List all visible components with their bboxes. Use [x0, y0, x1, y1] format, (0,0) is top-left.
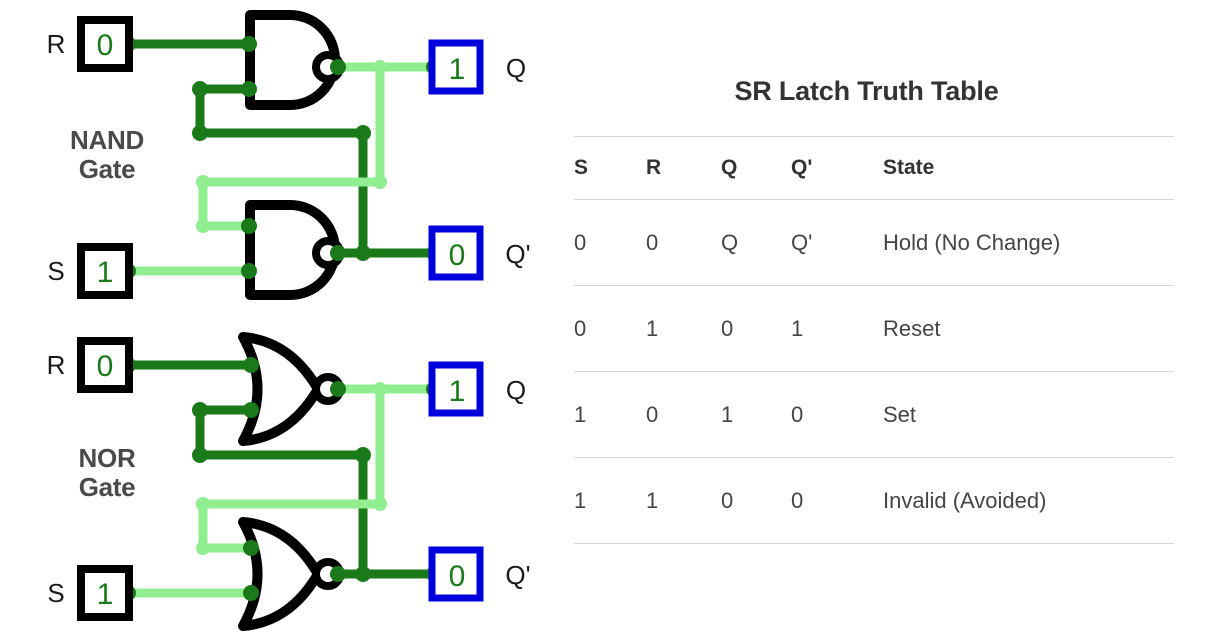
- cell-q: 0: [721, 487, 734, 513]
- table-row: 1 1 0 0 Invalid (Avoided): [574, 458, 1174, 544]
- node-nor-bottom-out: [330, 566, 346, 582]
- node-nor-top-in-a: [243, 357, 259, 373]
- cell-s: 1: [574, 487, 587, 513]
- nand-input-r[interactable]: R 0: [47, 16, 133, 72]
- table-row: 1 0 1 0 Set: [574, 372, 1174, 458]
- nor-input-r-value: 0: [97, 350, 114, 383]
- column-header-qprime: Q': [791, 156, 813, 179]
- nor-output-q-value: 1: [449, 375, 466, 408]
- cell-state: Reset: [883, 315, 941, 341]
- cell-s: 0: [574, 315, 587, 341]
- nand-output-q: 1 Q: [428, 39, 526, 95]
- node-nor-fb-corner-right: [355, 447, 371, 463]
- nand-input-s-value: 1: [97, 256, 114, 289]
- nand-input-r-label: R: [47, 29, 66, 59]
- node-nand-fb-corner-low-corner: [196, 219, 210, 233]
- cell-qprime: Q': [791, 229, 813, 255]
- node-nand-top-out: [330, 59, 346, 75]
- sr-latch-figure: NAND Gate NOR Gate R 0 S 1 1 Q 0 Q' R 0 …: [0, 0, 1210, 642]
- node-nand-fb-corner-low-right: [373, 175, 387, 189]
- nor-output-qprime-value: 0: [449, 560, 466, 593]
- node-nor-q-tap: [373, 382, 387, 396]
- nand-input-s[interactable]: S 1: [47, 243, 133, 299]
- cell-qprime: 0: [791, 487, 804, 513]
- cell-qprime: 1: [791, 315, 804, 341]
- nor-input-r[interactable]: R 0: [47, 337, 133, 393]
- node-nand-top-in-a: [241, 36, 257, 52]
- cell-s: 0: [574, 229, 587, 255]
- nand-latch-group: R 0 S 1 1 Q 0 Q': [47, 10, 531, 300]
- node-nand-qprime-tap: [355, 245, 371, 261]
- nor-gate-bottom-body: [238, 517, 323, 631]
- node-nor-fb-corner-low-left: [196, 497, 210, 511]
- nor-output-q-label: Q: [506, 375, 526, 405]
- nand-output-qprime: 0 Q': [428, 225, 531, 281]
- truth-table: S R Q Q' State 0 0 Q Q' Hold (No Change)…: [574, 136, 1174, 544]
- node-nor-top-in-b: [243, 402, 259, 418]
- node-nand-bottom-out: [330, 245, 346, 261]
- node-nor-fb-corner-low-right: [373, 497, 387, 511]
- nor-gate-bottom: [238, 517, 344, 631]
- nand-input-r-value: 0: [97, 29, 114, 62]
- cell-q: 0: [721, 315, 734, 341]
- node-nor-bottom-in-a: [243, 540, 259, 556]
- nand-gate-top: [245, 10, 344, 110]
- circuit-diagram-panel: NAND Gate NOR Gate R 0 S 1 1 Q 0 Q' R 0 …: [0, 0, 560, 642]
- cell-state: Invalid (Avoided): [883, 487, 1047, 513]
- table-row: 0 1 0 1 Reset: [574, 286, 1174, 372]
- cell-r: 0: [646, 229, 659, 255]
- cell-s: 1: [574, 401, 587, 427]
- nand-output-qprime-value: 0: [449, 239, 466, 272]
- node-nor-qprime-tap: [355, 566, 371, 582]
- nor-input-r-label: R: [47, 350, 66, 380]
- node-nor-fb-corner-top: [192, 402, 208, 418]
- cell-r: 1: [646, 315, 659, 341]
- nor-gate-top: [238, 332, 344, 446]
- cell-state: Set: [883, 401, 917, 427]
- node-nor-top-out: [330, 381, 346, 397]
- nand-output-q-label: Q: [506, 53, 526, 83]
- table-row: 0 0 Q Q' Hold (No Change): [574, 200, 1174, 286]
- node-nor-bottom-in-b: [243, 585, 259, 601]
- nor-output-qprime-label: Q': [505, 560, 530, 590]
- node-nand-fb-corner-low-left: [196, 175, 210, 189]
- cell-r: 1: [646, 487, 659, 513]
- node-nand-top-in-b: [241, 81, 257, 97]
- nor-latch-group: R 0 S 1 1 Q 0 Q': [47, 332, 531, 631]
- nand-gate-bottom: [245, 200, 344, 300]
- column-header-s: S: [574, 156, 589, 179]
- nor-gate-top-body: [238, 332, 323, 446]
- column-header-q: Q: [721, 156, 738, 179]
- node-nand-fb-corner-mid: [192, 125, 208, 141]
- nor-output-qprime: 0 Q': [428, 546, 531, 602]
- column-header-state: State: [883, 156, 935, 179]
- node-nand-bottom-in-b: [241, 263, 257, 279]
- cell-state: Hold (No Change): [883, 229, 1061, 255]
- truth-table-header-row: S R Q Q' State: [574, 136, 1174, 200]
- nand-input-s-label: S: [47, 256, 64, 286]
- node-nand-fb-corner-top: [192, 81, 208, 97]
- column-header-r: R: [646, 156, 662, 179]
- nand-output-q-value: 1: [449, 53, 466, 86]
- cell-qprime: 0: [791, 401, 804, 427]
- nor-output-q: 1 Q: [428, 361, 526, 417]
- nor-input-s[interactable]: S 1: [47, 565, 133, 621]
- nor-input-s-label: S: [47, 578, 64, 608]
- cell-q: Q: [721, 229, 739, 255]
- node-nand-bottom-in-a: [241, 218, 257, 234]
- node-nand-q-tap: [373, 60, 387, 74]
- truth-table-panel: SR Latch Truth Table S R Q Q' State 0 0 …: [560, 0, 1210, 642]
- circuit-schematic-svg: R 0 S 1 1 Q 0 Q' R 0 S 1 1 Q 0 Q': [47, 10, 531, 631]
- truth-table-body: 0 0 Q Q' Hold (No Change) 0 1 0 1 Reset …: [574, 200, 1174, 544]
- node-nand-fb-corner-right: [355, 125, 371, 141]
- cell-r: 0: [646, 401, 659, 427]
- cell-q: 1: [721, 401, 734, 427]
- nor-input-s-value: 1: [97, 578, 114, 611]
- node-nor-fb-corner-mid: [192, 447, 208, 463]
- truth-table-head: S R Q Q' State: [574, 136, 1174, 200]
- node-nor-fb-corner-low-corner: [196, 541, 210, 555]
- nand-output-qprime-label: Q': [505, 239, 530, 269]
- truth-table-title: SR Latch Truth Table: [734, 76, 999, 106]
